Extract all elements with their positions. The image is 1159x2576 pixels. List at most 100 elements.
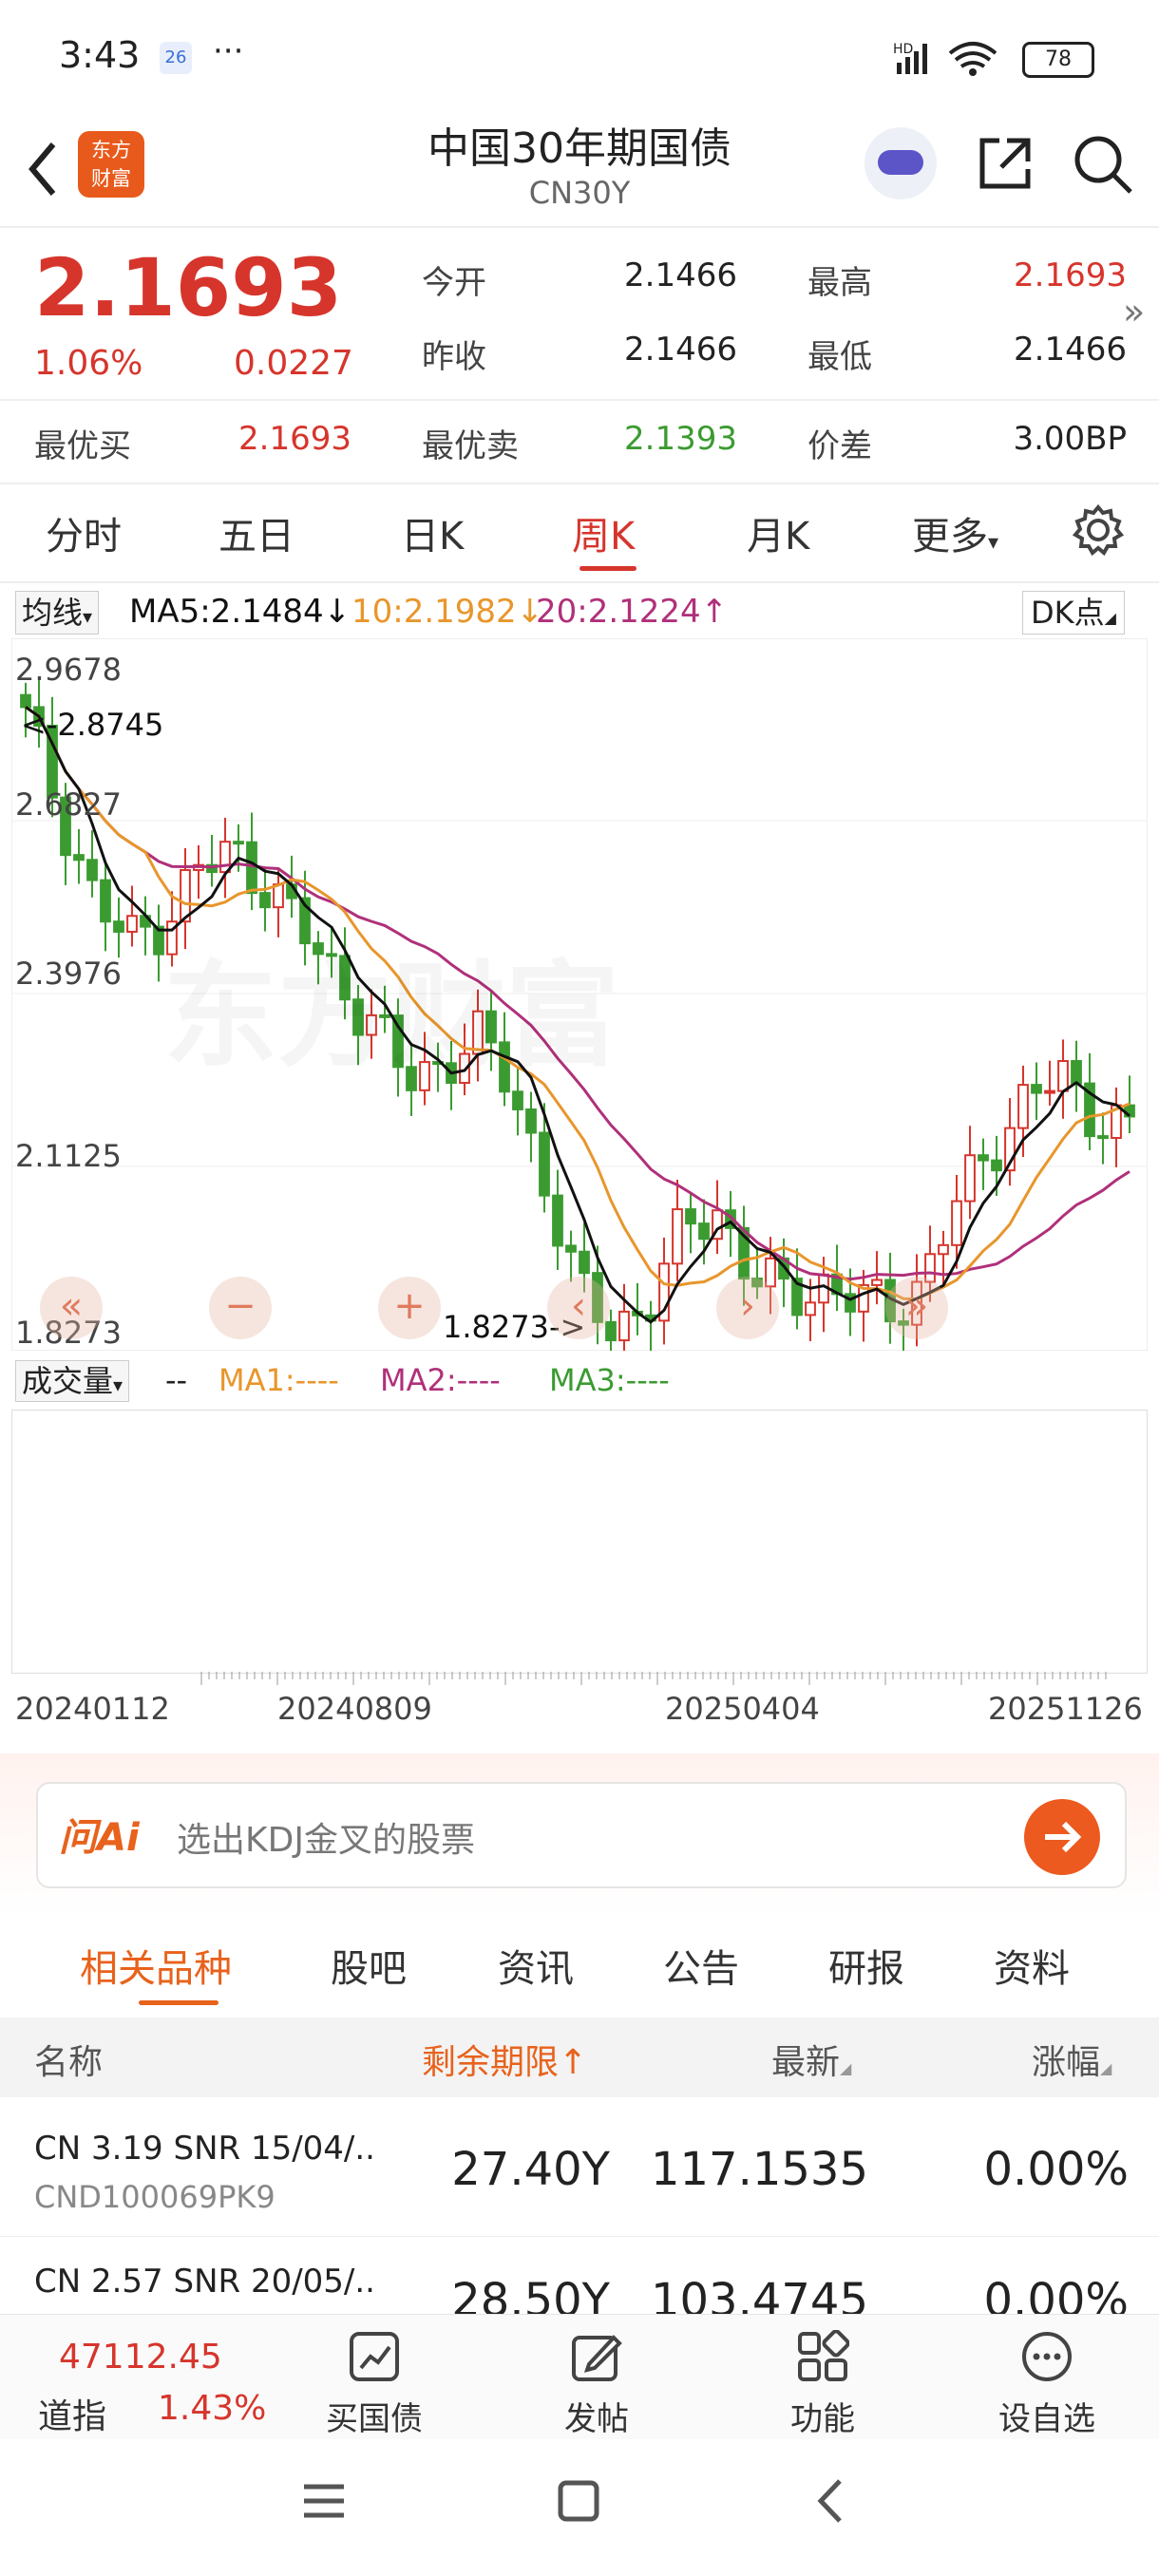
- table-row[interactable]: CN 3.19 SNR 15/04/.. CND100069PK9 27.40Y…: [0, 2097, 1159, 2237]
- volume-selector[interactable]: 成交量▾: [15, 1360, 130, 1402]
- scroll-right-button[interactable]: »: [885, 1277, 948, 1339]
- candle: [552, 1194, 563, 1247]
- tab-announcements[interactable]: 公告: [663, 1938, 739, 1993]
- edit-icon: [572, 2335, 622, 2381]
- candle: [938, 1243, 949, 1256]
- candle: [951, 1200, 962, 1246]
- tab-forum[interactable]: 股吧: [331, 1938, 407, 1993]
- index-change: 1.43%: [158, 2389, 267, 2428]
- ai-section: 问Ai 选出KDJ金叉的股票: [0, 1753, 1159, 1915]
- tab-research[interactable]: 研报: [828, 1938, 904, 1993]
- indicator-selector[interactable]: 均线▾: [15, 591, 100, 635]
- prev-close-value: 2.1466: [624, 331, 737, 369]
- candle: [685, 1208, 696, 1225]
- dk-point-label: DK点: [1031, 595, 1105, 631]
- bond-change: 0.00%: [983, 2274, 1129, 2314]
- zoom-in-button[interactable]: +: [378, 1277, 441, 1339]
- buy-bonds-icon: [350, 2332, 399, 2381]
- search-icon[interactable]: [1072, 133, 1134, 196]
- bond-change: 0.00%: [983, 2143, 1129, 2196]
- col-change[interactable]: 涨幅◢: [1032, 2035, 1112, 2084]
- volume-value: --: [165, 1362, 188, 1398]
- calendar-icon: 26: [160, 42, 192, 74]
- divider: [0, 581, 1159, 583]
- tab-weekly-k[interactable]: 周K: [572, 505, 635, 560]
- share-icon[interactable]: [975, 133, 1036, 194]
- change-value: 0.0227: [234, 344, 353, 383]
- col-latest[interactable]: 最新◢: [771, 2035, 851, 2084]
- candle: [672, 1208, 683, 1265]
- sort-icon: ◢: [1100, 2059, 1112, 2077]
- zoom-out-button[interactable]: −: [209, 1277, 272, 1339]
- ai-search-box[interactable]: 问Ai 选出KDJ金叉的股票: [36, 1782, 1127, 1888]
- tab-profile[interactable]: 资料: [994, 1938, 1070, 1993]
- candle: [86, 859, 98, 881]
- candle: [1044, 1089, 1055, 1094]
- nav-label: 设自选: [998, 2400, 1095, 2438]
- index-name: 道指: [38, 2397, 107, 2436]
- vol-ma2: MA2:----: [380, 1362, 501, 1398]
- tab-five-day[interactable]: 五日: [218, 505, 294, 560]
- candle: [126, 915, 138, 933]
- home-icon[interactable]: [555, 2477, 602, 2525]
- nav-label: 功能: [790, 2400, 855, 2438]
- candle: [512, 1090, 523, 1110]
- candle: [805, 1301, 816, 1316]
- caret-down-icon: ▾: [988, 531, 999, 555]
- tab-monthly-k[interactable]: 月K: [747, 505, 809, 560]
- settings-icon[interactable]: [1072, 503, 1125, 557]
- dk-point-button[interactable]: DK点◢: [1022, 591, 1125, 635]
- ai-submit-button[interactable]: [1024, 1799, 1100, 1875]
- volume-chart[interactable]: [11, 1410, 1148, 1674]
- candle: [978, 1154, 989, 1162]
- expand-icon[interactable]: »: [1123, 291, 1145, 332]
- open-label: 今开: [422, 264, 486, 302]
- system-nav-bar: [0, 2439, 1159, 2576]
- index-value: 47112.45: [59, 2338, 222, 2377]
- col-term[interactable]: 剩余期限↑: [422, 2035, 587, 2084]
- candle: [605, 1320, 617, 1342]
- caret-down-icon: ▾: [83, 605, 93, 628]
- low-label: 最低: [808, 338, 872, 376]
- best-ask-label: 最优卖: [422, 427, 519, 465]
- axis-label-top: 2.9678: [15, 652, 122, 688]
- candle: [100, 879, 111, 923]
- tab-news[interactable]: 资讯: [498, 1938, 574, 1993]
- ai-brand: 问Ai: [59, 1816, 140, 1860]
- menu-icon[interactable]: [300, 2477, 348, 2525]
- table-header: 名称 剩余期限↑ 最新◢ 涨幅◢: [0, 2017, 1159, 2097]
- assistant-avatar[interactable]: [864, 127, 937, 199]
- table-row[interactable]: CN 2.57 SNR 20/05/.. 28.50Y 103.4745 0.0…: [0, 2236, 1159, 2314]
- tab-intraday[interactable]: 分时: [46, 505, 122, 560]
- best-bid-label: 最优买: [34, 427, 131, 465]
- index-ticker[interactable]: 47112.45 道指 1.43%: [0, 2315, 285, 2440]
- col-latest-label: 最新: [771, 2043, 841, 2082]
- active-tab-indicator: [139, 2000, 218, 2005]
- spread-label: 价差: [808, 427, 872, 465]
- ma20-value: 20:2.1224↑: [536, 593, 729, 631]
- candle: [259, 892, 271, 909]
- clock: 3:43: [59, 34, 141, 76]
- divider: [0, 399, 1159, 401]
- candle: [219, 841, 231, 874]
- last-price: 2.1693: [34, 241, 343, 334]
- watermark: 东方财富: [163, 923, 619, 1089]
- col-name[interactable]: 名称: [34, 2035, 103, 2084]
- best-bid-value: 2.1693: [238, 420, 352, 458]
- candle: [73, 854, 85, 862]
- nav-label: 买国债: [326, 2400, 423, 2438]
- tab-daily-k[interactable]: 日K: [401, 505, 464, 560]
- back-nav-icon[interactable]: [808, 2477, 855, 2525]
- ma5-value: MA5:2.1484↓: [129, 593, 352, 631]
- scroll-left-button[interactable]: «: [40, 1277, 103, 1339]
- step-right-button[interactable]: ›: [716, 1277, 779, 1339]
- kline-chart[interactable]: 东方财富 2.9678 2.6827 2.3976 2.1125 1.8273 …: [11, 638, 1148, 1351]
- tab-more[interactable]: 更多▾: [912, 505, 998, 560]
- candle: [765, 1257, 776, 1288]
- tab-related[interactable]: 相关品种: [80, 1938, 232, 1993]
- step-left-button[interactable]: ‹: [547, 1277, 610, 1339]
- date-label-4: 20251126: [988, 1691, 1143, 1727]
- high-value: 2.1693: [1014, 256, 1127, 294]
- candle: [1071, 1060, 1082, 1085]
- candle: [1031, 1084, 1042, 1094]
